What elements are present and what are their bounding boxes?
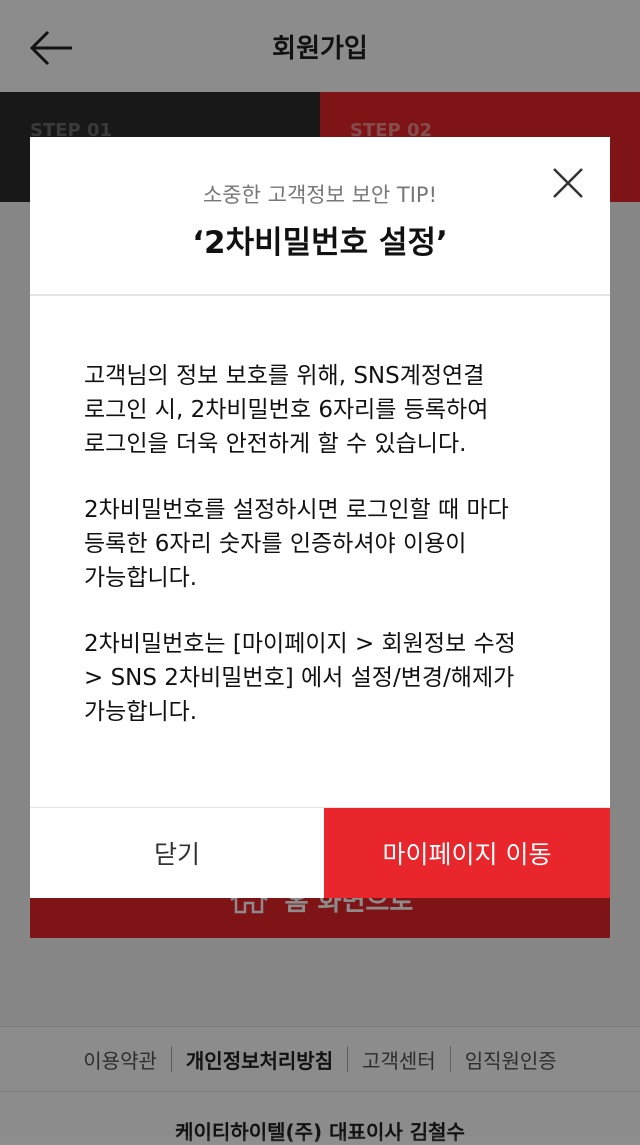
text-line: 2차비밀번호를 설정하시면 로그인할 때 마다 [84,497,509,523]
text-line: 로그인 시, 2차비밀번호 6자리를 등록하여 [84,397,489,423]
text-line: 가능합니다. [84,699,198,725]
modal-body: 고객님의 정보 보호를 위해, SNS계정연결 로그인 시, 2차비밀번호 6자… [84,359,574,761]
text-line: 등록한 6자리 숫자를 인증하셔야 이용이 [84,531,467,557]
security-tip-modal: 소중한 고객정보 보안 TIP! ‘2차비밀번호 설정’ 고객님의 정보 보호를… [30,137,610,898]
text-line: 로그인을 더욱 안전하게 할 수 있습니다. [84,431,467,457]
text-line: 가능합니다. [84,565,198,591]
modal-paragraph: 2차비밀번호를 설정하시면 로그인할 때 마다 등록한 6자리 숫자를 인증하셔… [84,493,574,595]
text-line: 2차비밀번호는 [마이페이지 > 회원정보 수정 [84,631,516,657]
text-line: 고객님의 정보 보호를 위해, SNS계정연결 [84,363,485,389]
modal-footer: 닫기 마이페이지 이동 [30,807,610,898]
close-button[interactable]: 닫기 [30,808,324,898]
modal-subtitle: 소중한 고객정보 보안 TIP! [202,183,437,207]
go-to-mypage-button[interactable]: 마이페이지 이동 [324,808,610,898]
modal-header: 소중한 고객정보 보안 TIP! ‘2차비밀번호 설정’ [30,137,610,296]
close-icon [553,168,583,198]
modal-title: ‘2차비밀번호 설정’ [192,225,448,261]
modal-close-button[interactable] [548,163,588,203]
modal-paragraph: 고객님의 정보 보호를 위해, SNS계정연결 로그인 시, 2차비밀번호 6자… [84,359,574,461]
text-line: > SNS 2차비밀번호] 에서 설정/변경/해제가 [84,665,515,691]
modal-paragraph: 2차비밀번호는 [마이페이지 > 회원정보 수정 > SNS 2차비밀번호] 에… [84,627,574,729]
